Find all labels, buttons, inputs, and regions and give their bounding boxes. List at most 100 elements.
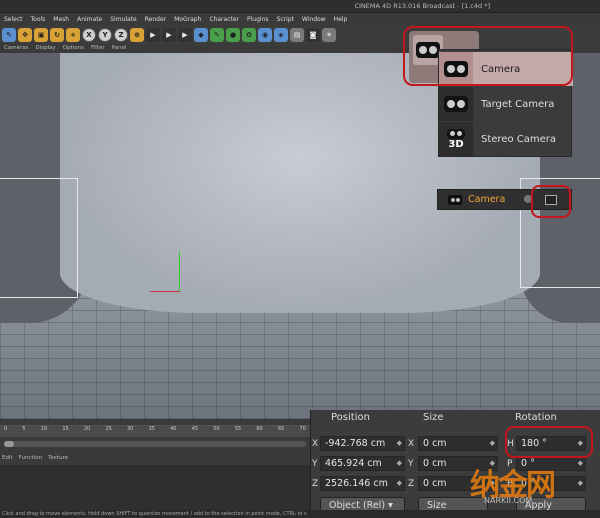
move-tool-icon[interactable]: ✥: [18, 28, 32, 42]
pos-x-label: X: [312, 439, 319, 449]
z-axis-lock-icon[interactable]: Z: [114, 28, 128, 42]
material-menu-edit[interactable]: Edit: [2, 455, 13, 465]
position-z-value: 2526.146 cm: [325, 478, 388, 489]
timeline: 0 5 10 15 20 25 30 35 40 45 50 55 60 65 …: [0, 419, 310, 455]
size-x-field[interactable]: 0 cm ◆: [418, 436, 498, 451]
size-y-value: 0 cm: [423, 458, 447, 469]
floor-icon[interactable]: ▤: [290, 28, 304, 42]
render-view-icon[interactable]: ▶: [146, 28, 160, 42]
timeline-scrubber[interactable]: [4, 441, 306, 447]
tick-label: 35: [148, 426, 155, 432]
viewport-menu-display[interactable]: Display: [35, 44, 55, 53]
y-axis-lock-icon[interactable]: Y: [98, 28, 112, 42]
camera-toolbar-icon[interactable]: ◙: [306, 28, 320, 42]
cube-icon[interactable]: ◆: [194, 28, 208, 42]
stepper-arrows-icon[interactable]: ◆: [578, 477, 583, 490]
position-x-field[interactable]: -942.768 cm ◆: [320, 436, 405, 451]
menu-item-stereo-camera[interactable]: 3D Stereo Camera: [439, 122, 573, 156]
tick-label: 40: [170, 426, 177, 432]
spline-pen-icon[interactable]: ✎: [210, 28, 224, 42]
material-manager[interactable]: [0, 465, 310, 510]
live-selection-icon[interactable]: ↖: [2, 28, 16, 42]
stereo-camera-icon: 3D: [439, 122, 473, 156]
tick-label: 10: [40, 426, 48, 432]
tick-label: 0: [4, 426, 8, 432]
size-header: Size: [423, 412, 444, 423]
highlight-annotation-camera: [403, 26, 573, 86]
menu-render[interactable]: Render: [145, 13, 166, 26]
watermark-url: NARKII.COM: [484, 496, 533, 505]
menu-help[interactable]: Help: [334, 13, 348, 26]
menu-simulate[interactable]: Simulate: [110, 13, 137, 26]
render-picture-viewer-icon[interactable]: ▶: [162, 28, 176, 42]
menu-item-target-camera-label: Target Camera: [481, 98, 555, 110]
object-camera-icon: [448, 194, 462, 205]
menu-character[interactable]: Character: [209, 13, 239, 26]
subdivision-icon[interactable]: ●: [226, 28, 240, 42]
camera-frustum-left: [0, 178, 78, 298]
tick-label: 65: [277, 426, 285, 432]
menu-window[interactable]: Window: [302, 13, 326, 26]
pos-z-label: Z: [312, 479, 319, 489]
add-tool-icon[interactable]: +: [66, 28, 80, 42]
menu-mesh[interactable]: Mesh: [53, 13, 69, 26]
stepper-arrows-icon[interactable]: ◆: [397, 437, 402, 450]
stepper-arrows-icon[interactable]: ◆: [397, 477, 402, 490]
position-y-value: 465.924 cm: [325, 458, 382, 469]
tick-label: 55: [234, 426, 242, 432]
array-icon[interactable]: ✿: [242, 28, 256, 42]
tick-label: 70: [299, 426, 306, 432]
coordinate-system-icon[interactable]: ⊕: [130, 28, 144, 42]
highlight-annotation-rotation: [505, 426, 593, 458]
size-z-label: Z: [408, 479, 415, 489]
tick-label: 50: [213, 426, 220, 432]
stepper-arrows-icon[interactable]: ◆: [578, 457, 583, 470]
render-settings-icon[interactable]: ▶: [178, 28, 192, 42]
menu-animate[interactable]: Animate: [77, 13, 102, 26]
stepper-arrows-icon[interactable]: ◆: [490, 437, 495, 450]
target-camera-icon: [439, 87, 473, 121]
highlight-annotation-tag: [531, 185, 571, 218]
position-x-value: -942.768 cm: [325, 438, 386, 449]
stepper-arrows-icon[interactable]: ◆: [397, 457, 402, 470]
scale-tool-icon[interactable]: ▣: [34, 28, 48, 42]
position-y-field[interactable]: 465.924 cm ◆: [320, 456, 405, 471]
menu-plugins[interactable]: Plugins: [247, 13, 269, 26]
position-z-field[interactable]: 2526.146 cm ◆: [320, 476, 405, 491]
title-bar: CINEMA 4D R13.016 Broadcast - [1.c4d *]: [0, 0, 600, 13]
light-icon[interactable]: ☀: [322, 28, 336, 42]
timeline-ruler[interactable]: 0 5 10 15 20 25 30 35 40 45 50 55 60 65 …: [0, 425, 310, 437]
object-name[interactable]: Camera: [468, 194, 505, 205]
menu-item-target-camera[interactable]: Target Camera: [439, 87, 573, 121]
scrub-handle[interactable]: [4, 441, 14, 447]
window-title: CINEMA 4D R13.016 Broadcast - [1.c4d *]: [354, 2, 490, 10]
viewport-menu-options[interactable]: Options: [63, 44, 84, 53]
material-menu-texture[interactable]: Texture: [48, 455, 68, 465]
y-axis-handle[interactable]: [179, 251, 180, 291]
menu-item-stereo-camera-label: Stereo Camera: [481, 133, 557, 145]
status-bar: Click and drag to move elements. Hold do…: [0, 510, 600, 518]
size-z-value: 0 cm: [423, 478, 447, 489]
viewport-menu-panel[interactable]: Panel: [112, 44, 127, 53]
rotate-tool-icon[interactable]: ↻: [50, 28, 64, 42]
size-x-label: X: [408, 439, 415, 449]
material-menu-function[interactable]: Function: [19, 455, 42, 465]
position-header: Position: [331, 412, 370, 423]
viewport-menu-filter[interactable]: Filter: [91, 44, 105, 53]
menu-bar: Select Tools Mesh Animate Simulate Rende…: [0, 13, 347, 26]
scene-icon[interactable]: ◈: [274, 28, 288, 42]
x-axis-lock-icon[interactable]: X: [82, 28, 96, 42]
x-axis-handle[interactable]: [150, 291, 180, 292]
tick-label: 25: [105, 426, 112, 432]
stereo-badge: 3D: [448, 138, 464, 150]
viewport-menu-cameras[interactable]: Cameras: [4, 44, 28, 53]
menu-script[interactable]: Script: [277, 13, 294, 26]
tick-label: 5: [22, 426, 26, 432]
menu-tools[interactable]: Tools: [31, 13, 46, 26]
tick-label: 30: [127, 426, 134, 432]
rotation-header: Rotation: [515, 412, 557, 423]
size-y-label: Y: [408, 459, 414, 469]
menu-select[interactable]: Select: [4, 13, 23, 26]
deformer-icon[interactable]: ◉: [258, 28, 272, 42]
menu-mograph[interactable]: MoGraph: [174, 13, 201, 26]
